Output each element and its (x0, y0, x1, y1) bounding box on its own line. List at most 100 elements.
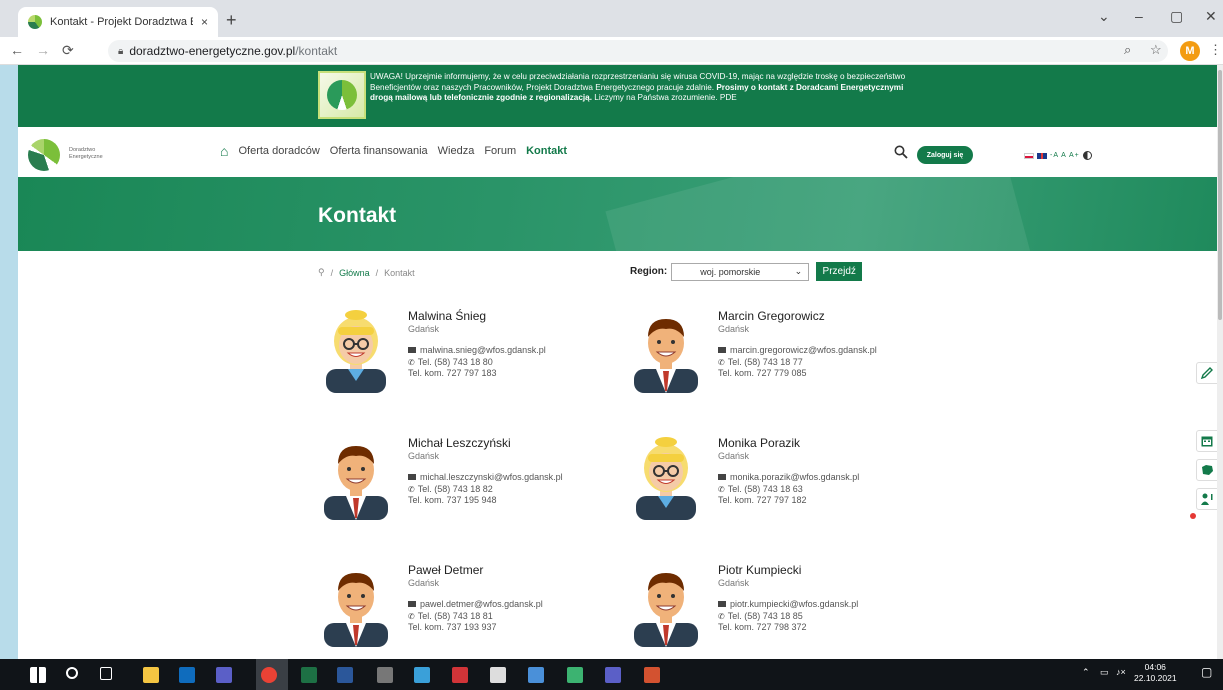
contact-email-text[interactable]: marcin.gregorowicz@wfos.gdansk.pl (730, 345, 877, 355)
contact-email-text[interactable]: monika.porazik@wfos.gdansk.pl (730, 472, 859, 482)
contact-avatar (318, 563, 394, 647)
pen-tool-icon[interactable] (1196, 362, 1217, 384)
menu-item-wiedza[interactable]: Wiedza (438, 145, 475, 157)
taskbar-app2-icon[interactable] (567, 667, 583, 683)
contrast-icon[interactable] (1082, 151, 1092, 160)
taskbar-word-icon[interactable] (337, 667, 353, 683)
taskbar-teams-icon[interactable] (605, 667, 621, 683)
back-arrow-icon[interactable]: ← (10, 42, 24, 58)
forward-arrow-icon[interactable]: → (36, 42, 50, 58)
contact-phone[interactable]: ✆ Tel. (58) 743 18 81 (408, 611, 493, 621)
taskbar-file-explorer-icon[interactable] (143, 667, 159, 683)
taskbar-clock[interactable]: 04:06 22.10.2021 (1134, 662, 1177, 684)
region-label: Region: (630, 266, 668, 277)
calendar-icon[interactable] (1196, 430, 1217, 452)
contact-email[interactable]: marcin.gregorowicz@wfos.gdansk.pl (718, 345, 877, 355)
tab-title: Kontakt - Projekt Doradztwa Ene (50, 16, 193, 28)
english-flag-icon[interactable] (1037, 152, 1047, 159)
contact-mobile[interactable]: Tel. kom. 727 779 085 (718, 368, 807, 378)
taskbar-search-icon[interactable] (66, 667, 78, 679)
home-icon[interactable]: ⌂ (220, 143, 228, 159)
taskbar-paint-icon[interactable] (414, 667, 430, 683)
login-button[interactable]: Zaloguj się (917, 146, 973, 164)
contact-email-text[interactable]: michal.leszczynski@wfos.gdansk.pl (420, 472, 563, 482)
contact-email[interactable]: malwina.snieg@wfos.gdansk.pl (408, 345, 546, 355)
menu-item-oferta-doradcow[interactable]: Oferta doradców (238, 145, 319, 157)
search-icon[interactable] (894, 145, 908, 159)
close-window-button[interactable]: ✕ (1205, 8, 1217, 25)
maximize-button[interactable]: ▢ (1170, 8, 1183, 25)
taskbar-teams-meeting-icon[interactable] (216, 667, 232, 683)
contact-mobile[interactable]: Tel. kom. 727 797 183 (408, 368, 497, 378)
map-region-icon[interactable] (1196, 459, 1217, 481)
taskbar-powerpoint-icon[interactable] (644, 667, 660, 683)
tray-chevron-icon[interactable]: ⌃ (1082, 667, 1090, 678)
address-bar-row: ← → ⟳ 🔒︎ doradztwo-energetyczne.gov.pl/k… (0, 37, 1223, 65)
network-icon[interactable]: ▭ (1100, 667, 1109, 678)
taskbar-task-view-icon[interactable] (100, 667, 112, 680)
notification-dot (1190, 513, 1196, 519)
contact-email[interactable]: piotr.kumpiecki@wfos.gdansk.pl (718, 599, 858, 609)
contact-phone-text[interactable]: Tel. (58) 743 18 63 (728, 484, 803, 494)
notifications-icon[interactable]: ▢ (1201, 665, 1212, 679)
taskbar-outlook-icon[interactable] (179, 667, 195, 683)
font-size-controls[interactable]: -A A A+ (1050, 152, 1080, 159)
tab-close-icon[interactable]: × (201, 15, 208, 29)
site-logo[interactable] (28, 139, 60, 171)
menu-item-oferta-finansowania[interactable]: Oferta finansowania (330, 145, 428, 157)
contact-phone-text[interactable]: Tel. (58) 743 18 77 (728, 357, 803, 367)
taskbar-security-icon[interactable] (452, 667, 468, 683)
contact-mobile[interactable]: Tel. kom. 737 193 937 (408, 622, 497, 632)
new-tab-button[interactable]: + (226, 10, 237, 31)
taskbar-excel-icon[interactable] (301, 667, 317, 683)
contact-mobile[interactable]: Tel. kom. 727 797 182 (718, 495, 807, 505)
contact-phone-text[interactable]: Tel. (58) 743 18 82 (418, 484, 493, 494)
menu-item-kontakt[interactable]: Kontakt (526, 145, 567, 157)
zoom-icon[interactable]: ⌕ (1124, 42, 1131, 58)
phone-icon: ✆ (718, 611, 725, 621)
bookmark-star-icon[interactable]: ☆ (1150, 42, 1162, 58)
url-path: /kontakt (295, 44, 338, 58)
breadcrumb-separator: / (375, 267, 379, 278)
contact-email-text[interactable]: piotr.kumpiecki@wfos.gdansk.pl (730, 599, 858, 609)
region-select[interactable]: woj. pomorskie ⌄ (671, 262, 810, 281)
contact-email-text[interactable]: pawel.detmer@wfos.gdansk.pl (420, 599, 543, 609)
contact-email[interactable]: michal.leszczynski@wfos.gdansk.pl (408, 472, 563, 482)
page-scrollbar-thumb[interactable] (1218, 70, 1222, 320)
contact-phone[interactable]: ✆ Tel. (58) 743 18 63 (718, 484, 803, 494)
menu-kebab-icon[interactable]: ⋮ (1209, 42, 1222, 58)
volume-icon[interactable]: ♪× (1116, 667, 1126, 677)
minimize-button[interactable]: – (1135, 8, 1143, 24)
taskbar-network-app-icon[interactable] (490, 667, 506, 683)
tab-search-icon[interactable]: ⌄ (1098, 8, 1110, 25)
taskbar-app-icon[interactable] (528, 667, 544, 683)
contact-email[interactable]: pawel.detmer@wfos.gdansk.pl (408, 599, 543, 609)
user-info-icon[interactable] (1196, 488, 1217, 510)
contact-mobile[interactable]: Tel. kom. 727 798 372 (718, 622, 807, 632)
contact-name: Michał Leszczyński (408, 436, 511, 450)
phone-icon: ✆ (718, 484, 725, 494)
contact-phone-text[interactable]: Tel. (58) 743 18 85 (728, 611, 803, 621)
contact-phone[interactable]: ✆ Tel. (58) 743 18 82 (408, 484, 493, 494)
breadcrumb-current: Kontakt (384, 267, 415, 278)
url-host: doradztwo-energetyczne.gov.pl (129, 44, 296, 58)
contact-phone-text[interactable]: Tel. (58) 743 18 81 (418, 611, 493, 621)
taskbar-windows-start-icon[interactable] (30, 667, 46, 683)
menu-item-forum[interactable]: Forum (484, 145, 516, 157)
contact-email[interactable]: monika.porazik@wfos.gdansk.pl (718, 472, 859, 482)
contact-email-text[interactable]: malwina.snieg@wfos.gdansk.pl (420, 345, 546, 355)
breadcrumb-home-link[interactable]: Główna (339, 268, 370, 278)
contact-phone[interactable]: ✆ Tel. (58) 743 18 80 (408, 357, 493, 367)
contact-phone-text[interactable]: Tel. (58) 743 18 80 (418, 357, 493, 367)
reload-icon[interactable]: ⟳ (62, 42, 74, 59)
taskbar-chrome-icon[interactable] (261, 667, 277, 683)
go-button[interactable]: Przejdź (816, 262, 863, 281)
polish-flag-icon[interactable] (1024, 152, 1034, 159)
profile-avatar[interactable]: M (1180, 41, 1200, 61)
taskbar-calculator-icon[interactable] (377, 667, 393, 683)
contact-phone[interactable]: ✆ Tel. (58) 743 18 85 (718, 611, 803, 621)
url-input[interactable]: 🔒︎ doradztwo-energetyczne.gov.pl/kontakt (108, 40, 1168, 62)
contact-phone[interactable]: ✆ Tel. (58) 743 18 77 (718, 357, 803, 367)
browser-tab[interactable]: Kontakt - Projekt Doradztwa Ene × (18, 7, 218, 37)
contact-mobile[interactable]: Tel. kom. 737 195 948 (408, 495, 497, 505)
